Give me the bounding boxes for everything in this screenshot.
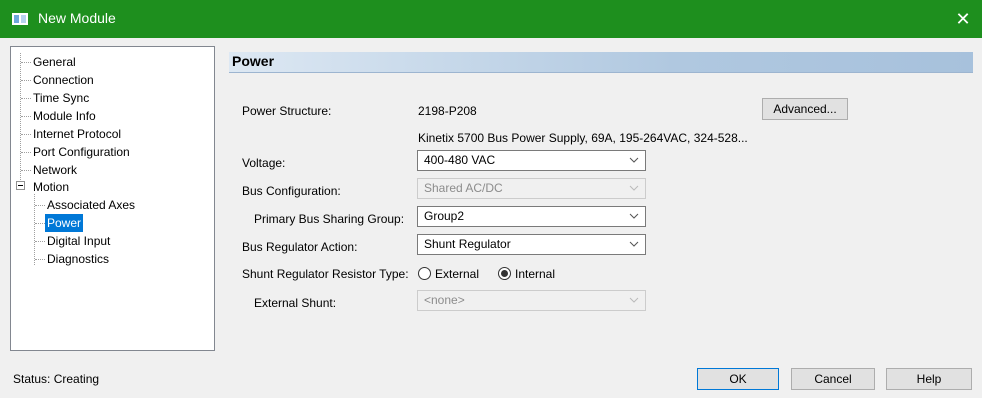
status-text: Status: Creating	[13, 372, 100, 386]
chevron-down-icon	[629, 185, 639, 191]
tree-item-port-configuration[interactable]: Port Configuration	[33, 143, 130, 161]
tree-connector	[21, 80, 31, 81]
primary-bus-sharing-group-label: Primary Bus Sharing Group:	[254, 212, 405, 226]
external-shunt-label: External Shunt:	[254, 296, 337, 310]
tree-connector	[35, 241, 45, 242]
tree-connector	[21, 98, 31, 99]
window-title: New Module	[38, 10, 116, 26]
tree-item-motion[interactable]: Motion	[33, 178, 69, 196]
power-structure-value: 2198-P208	[418, 104, 477, 118]
close-button[interactable]: ✕	[950, 6, 976, 32]
ok-button[interactable]: OK	[697, 368, 779, 390]
chevron-down-icon	[629, 241, 639, 247]
tree-connector	[35, 205, 45, 206]
power-structure-description: Kinetix 5700 Bus Power Supply, 69A, 195-…	[418, 131, 748, 145]
section-title: Power	[232, 53, 275, 69]
bus-regulator-action-value: Shunt Regulator	[424, 237, 511, 251]
section-header: Power	[229, 52, 973, 73]
tree-connector	[21, 116, 31, 117]
tree-connector	[35, 259, 45, 260]
shunt-internal-label[interactable]: Internal	[515, 267, 555, 281]
bus-configuration-label: Bus Configuration:	[242, 184, 341, 198]
app-icon	[12, 13, 28, 25]
external-shunt-value: <none>	[424, 293, 465, 307]
title-bar: New Module ✕	[0, 0, 982, 38]
collapse-motion-icon[interactable]	[16, 181, 25, 190]
tree-item-associated-axes[interactable]: Associated Axes	[47, 196, 135, 214]
shunt-external-label[interactable]: External	[435, 267, 479, 281]
bus-regulator-action-label: Bus Regulator Action:	[242, 240, 358, 254]
tree-connector	[21, 152, 31, 153]
tree-item-module-info[interactable]: Module Info	[33, 107, 96, 125]
category-tree: General Connection Time Sync Module Info…	[10, 46, 215, 351]
primary-bus-sharing-group-dropdown[interactable]: Group2	[417, 206, 646, 227]
primary-bus-sharing-group-value: Group2	[424, 209, 465, 223]
bus-configuration-value: Shared AC/DC	[424, 181, 503, 195]
voltage-label: Voltage:	[242, 156, 286, 170]
chevron-down-icon	[629, 213, 639, 219]
tree-item-connection[interactable]: Connection	[33, 71, 94, 89]
tree-item-network[interactable]: Network	[33, 161, 77, 179]
cancel-button[interactable]: Cancel	[791, 368, 875, 390]
voltage-dropdown[interactable]: 400-480 VAC	[417, 150, 646, 171]
tree-item-internet-protocol[interactable]: Internet Protocol	[33, 125, 121, 143]
tree-item-power[interactable]: Power	[45, 214, 84, 232]
external-shunt-dropdown: <none>	[417, 290, 646, 311]
shunt-external-radio[interactable]	[418, 267, 431, 280]
tree-item-diagnostics[interactable]: Diagnostics	[47, 250, 109, 268]
help-button[interactable]: Help	[886, 368, 972, 390]
bus-regulator-action-dropdown[interactable]: Shunt Regulator	[417, 234, 646, 255]
tree-item-digital-input[interactable]: Digital Input	[47, 232, 110, 250]
advanced-button[interactable]: Advanced...	[762, 98, 848, 120]
tree-connector	[21, 62, 31, 63]
tree-item-time-sync[interactable]: Time Sync	[33, 89, 89, 107]
voltage-value: 400-480 VAC	[424, 153, 496, 167]
tree-guide-line	[20, 53, 21, 182]
chevron-down-icon	[629, 297, 639, 303]
tree-connector	[21, 134, 31, 135]
shunt-regulator-resistor-type-label: Shunt Regulator Resistor Type:	[242, 267, 409, 281]
tree-connector	[21, 170, 31, 171]
power-structure-label: Power Structure:	[242, 104, 332, 118]
tree-item-general[interactable]: General	[33, 53, 76, 71]
tree-connector	[35, 223, 45, 224]
bus-configuration-dropdown: Shared AC/DC	[417, 178, 646, 199]
shunt-internal-radio[interactable]	[498, 267, 511, 280]
chevron-down-icon	[629, 157, 639, 163]
